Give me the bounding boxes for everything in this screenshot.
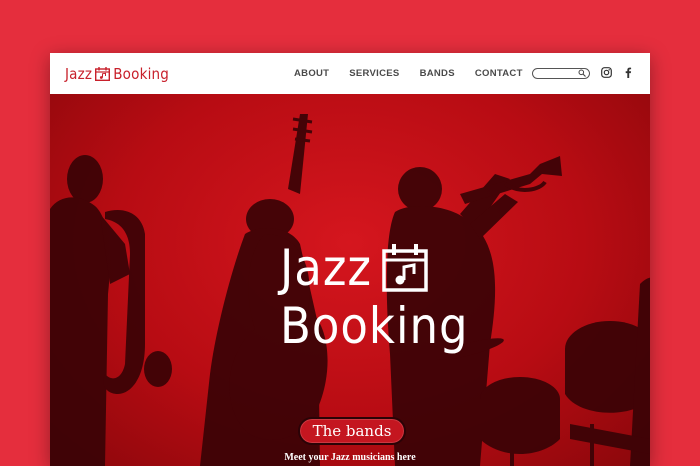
hero-title-jazz: Jazz xyxy=(280,239,373,297)
hero-tagline: Meet your Jazz musicians here xyxy=(284,452,416,463)
nav-about[interactable]: ABOUT xyxy=(294,68,329,79)
instagram-icon[interactable] xyxy=(601,67,612,78)
calendar-music-icon xyxy=(382,244,428,292)
nav-bands[interactable]: BANDS xyxy=(420,68,455,79)
the-bands-button[interactable]: The bands xyxy=(298,417,406,445)
hero-section: Jazz Booking The bands Meet your Jazz mu… xyxy=(50,94,650,466)
hero-title-booking: Booking xyxy=(280,297,469,355)
hero-title: Jazz Booking xyxy=(280,242,470,352)
nav-services[interactable]: SERVICES xyxy=(349,68,399,79)
main-nav: ABOUT SERVICES BANDS CONTACT xyxy=(294,68,543,79)
logo-text-booking: Booking xyxy=(113,65,170,83)
search-icon[interactable] xyxy=(578,69,586,77)
site-logo[interactable]: Jazz Booking xyxy=(65,63,169,85)
browser-window: Jazz Booking ABOUT SERVICES BANDS CONTAC… xyxy=(50,53,650,466)
logo-text-jazz: Jazz xyxy=(65,65,93,83)
facebook-icon[interactable] xyxy=(624,67,632,78)
search-box[interactable] xyxy=(532,68,590,79)
calendar-music-icon xyxy=(95,67,111,81)
top-navigation-bar: Jazz Booking ABOUT SERVICES BANDS CONTAC… xyxy=(50,53,650,94)
search-input[interactable] xyxy=(533,69,577,77)
nav-contact[interactable]: CONTACT xyxy=(475,68,523,79)
